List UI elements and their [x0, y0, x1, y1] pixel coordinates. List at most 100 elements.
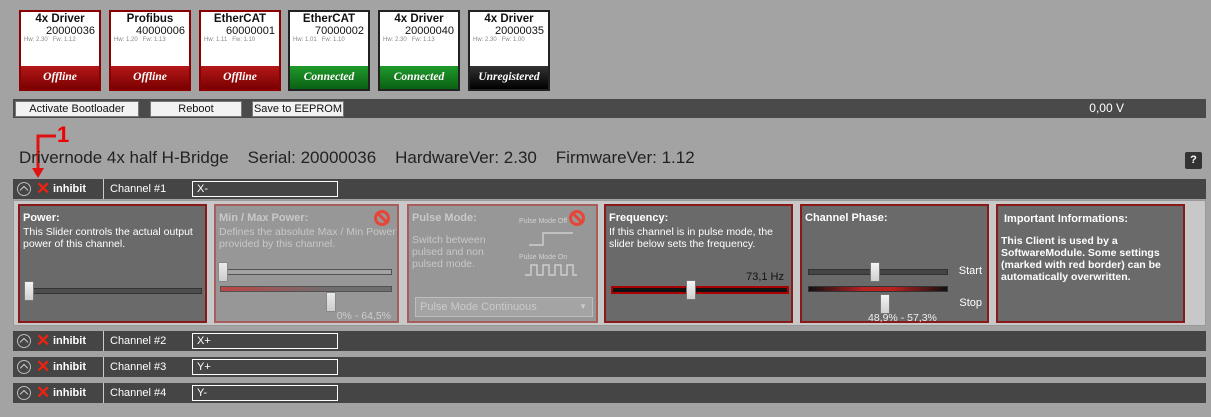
- module-serial: 20000035: [495, 25, 544, 37]
- module-card-4[interactable]: EtherCAT 70000002 Hw: 1.01 Fw: 1.10 Conn…: [288, 10, 370, 91]
- module-status: Connected: [380, 66, 458, 89]
- no-entry-icon: [374, 210, 390, 226]
- no-entry-icon: [569, 210, 585, 226]
- min-slider-track[interactable]: [220, 269, 392, 275]
- divider: [103, 383, 104, 403]
- inhibit-label: inhibit: [53, 387, 86, 399]
- inhibit-x-icon[interactable]: ✕: [36, 383, 50, 403]
- channel-bar-3: ✕ inhibit Channel #3 Y+: [13, 357, 1206, 377]
- power-description: This Slider controls the actual output p…: [23, 226, 193, 250]
- max-slider-track[interactable]: [220, 286, 392, 292]
- minmax-box: Min / Max Power: Defines the absolute Ma…: [214, 204, 399, 323]
- module-title: 4x Driver: [35, 13, 85, 25]
- channel-name-input[interactable]: Y+: [192, 359, 338, 375]
- node-header: Drivernode 4x half H-Bridge Serial: 2000…: [19, 148, 695, 168]
- toolbar: Activate Bootloader Reboot Save to EEPRO…: [13, 99, 1206, 118]
- channel-1-panel: Power: This Slider controls the actual o…: [13, 200, 1206, 326]
- info-text: This Client is used by a SoftwareModule.…: [1001, 235, 1161, 283]
- pulse-mode-select[interactable]: Pulse Mode Continuous ▼: [415, 297, 593, 317]
- pulse-description: Switch between pulsed and non pulsed mod…: [412, 234, 486, 270]
- pulse-box: Pulse Mode: Switch between pulsed and no…: [407, 204, 598, 323]
- module-card-6[interactable]: 4x Driver 20000035 Hw: 2.30 Fw: 1.00 Unr…: [468, 10, 550, 91]
- frequency-slider-track[interactable]: [611, 286, 789, 294]
- pulse-title: Pulse Mode:: [412, 212, 477, 224]
- frequency-description: If this channel is in pulse mode, the sl…: [609, 226, 774, 250]
- frequency-slider-thumb[interactable]: [686, 280, 696, 300]
- frequency-title: Frequency:: [609, 212, 669, 224]
- module-card-1[interactable]: 4x Driver 20000036 Hw: 2.30 Fw: 1.12 Off…: [19, 10, 101, 91]
- node-name: Drivernode 4x half H-Bridge: [19, 148, 229, 167]
- voltage-readout: 0,00 V: [1089, 101, 1124, 115]
- divider: [103, 357, 104, 377]
- module-version: Hw: 1.01 Fw: 1.10: [293, 37, 345, 43]
- channel-bar-2: ✕ inhibit Channel #2 X+: [13, 331, 1206, 351]
- module-version: Hw: 1.11 Fw: 1.10: [204, 37, 256, 43]
- module-version: Hw: 2.30 Fw: 1.00: [473, 37, 525, 43]
- pulse-train-icon: [525, 264, 577, 276]
- module-version: Hw: 2.30 Fw: 1.13: [383, 37, 435, 43]
- inhibit-x-icon[interactable]: ✕: [36, 179, 50, 199]
- node-hardware: HardwareVer: 2.30: [395, 148, 537, 167]
- collapse-icon[interactable]: [17, 182, 31, 196]
- module-title: EtherCAT: [302, 13, 356, 25]
- activate-bootloader-button[interactable]: Activate Bootloader: [15, 101, 139, 117]
- channel-label: Channel #1: [110, 183, 167, 195]
- module-status: Offline: [21, 66, 99, 89]
- phase-start-thumb[interactable]: [870, 262, 880, 282]
- module-serial: 70000002: [315, 25, 364, 37]
- module-serial: 20000040: [405, 25, 454, 37]
- node-firmware: FirmwareVer: 1.12: [555, 148, 695, 167]
- chevron-down-icon: ▼: [579, 302, 587, 311]
- important-info-box: Important Informations: This Client is u…: [996, 204, 1185, 323]
- expand-icon[interactable]: [17, 334, 31, 348]
- channel-label: Channel #4: [110, 387, 167, 399]
- channel-name-input[interactable]: Y-: [192, 385, 338, 401]
- module-title: 4x Driver: [394, 13, 444, 25]
- module-status: Offline: [111, 66, 189, 89]
- divider: [103, 331, 104, 351]
- phase-box: Channel Phase: Start Stop 48,9% - 57,3%: [800, 204, 989, 324]
- module-version: Hw: 1.20 Fw: 1.13: [114, 37, 166, 43]
- inhibit-label: inhibit: [53, 183, 86, 195]
- module-card-5[interactable]: 4x Driver 20000040 Hw: 2.30 Fw: 1.13 Con…: [378, 10, 460, 91]
- save-eeprom-button[interactable]: Save to EEPROM: [252, 101, 344, 117]
- module-status: Unregistered: [470, 66, 548, 89]
- phase-stop-thumb[interactable]: [880, 294, 890, 314]
- module-status: Connected: [290, 66, 368, 89]
- inhibit-x-icon[interactable]: ✕: [36, 357, 50, 377]
- channel-bar-1: ✕ inhibit Channel #1 X-: [13, 179, 1206, 199]
- phase-stop-track[interactable]: [808, 286, 948, 292]
- channel-name-input[interactable]: X+: [192, 333, 338, 349]
- step-icon: [529, 232, 573, 246]
- channel-name-input[interactable]: X-: [192, 181, 338, 197]
- reboot-button[interactable]: Reboot: [150, 101, 242, 117]
- module-title: EtherCAT: [213, 13, 267, 25]
- inhibit-x-icon[interactable]: ✕: [36, 331, 50, 351]
- power-slider-thumb[interactable]: [24, 281, 34, 301]
- channel-label: Channel #2: [110, 335, 167, 347]
- phase-start-label: Start: [958, 265, 982, 277]
- minmax-range: 0% - 64,5%: [336, 310, 391, 322]
- minmax-title: Min / Max Power:: [219, 212, 309, 224]
- phase-range: 48,9% - 57,3%: [868, 312, 937, 324]
- module-version: Hw: 2.30 Fw: 1.12: [24, 37, 76, 43]
- inhibit-label: inhibit: [53, 361, 86, 373]
- module-card-3[interactable]: EtherCAT 60000001 Hw: 1.11 Fw: 1.10 Offl…: [199, 10, 281, 91]
- pulse-mode-off-label: Pulse Mode Off: [519, 218, 568, 225]
- help-button[interactable]: ?: [1185, 152, 1202, 169]
- power-title: Power:: [23, 212, 60, 224]
- module-serial: 40000006: [136, 25, 185, 37]
- info-title: Important Informations:: [1004, 213, 1129, 225]
- divider: [103, 179, 104, 199]
- frequency-box: Frequency: If this channel is in pulse m…: [604, 204, 793, 323]
- power-slider-track[interactable]: [26, 288, 202, 294]
- inhibit-label: inhibit: [53, 335, 86, 347]
- min-slider-thumb[interactable]: [218, 262, 228, 282]
- expand-icon[interactable]: [17, 386, 31, 400]
- module-card-2[interactable]: Profibus 40000006 Hw: 1.20 Fw: 1.13 Offl…: [109, 10, 191, 91]
- max-slider-thumb[interactable]: [326, 292, 336, 312]
- module-serial: 20000036: [46, 25, 95, 37]
- module-title: Profibus: [126, 13, 174, 25]
- expand-icon[interactable]: [17, 360, 31, 374]
- power-box: Power: This Slider controls the actual o…: [18, 204, 207, 323]
